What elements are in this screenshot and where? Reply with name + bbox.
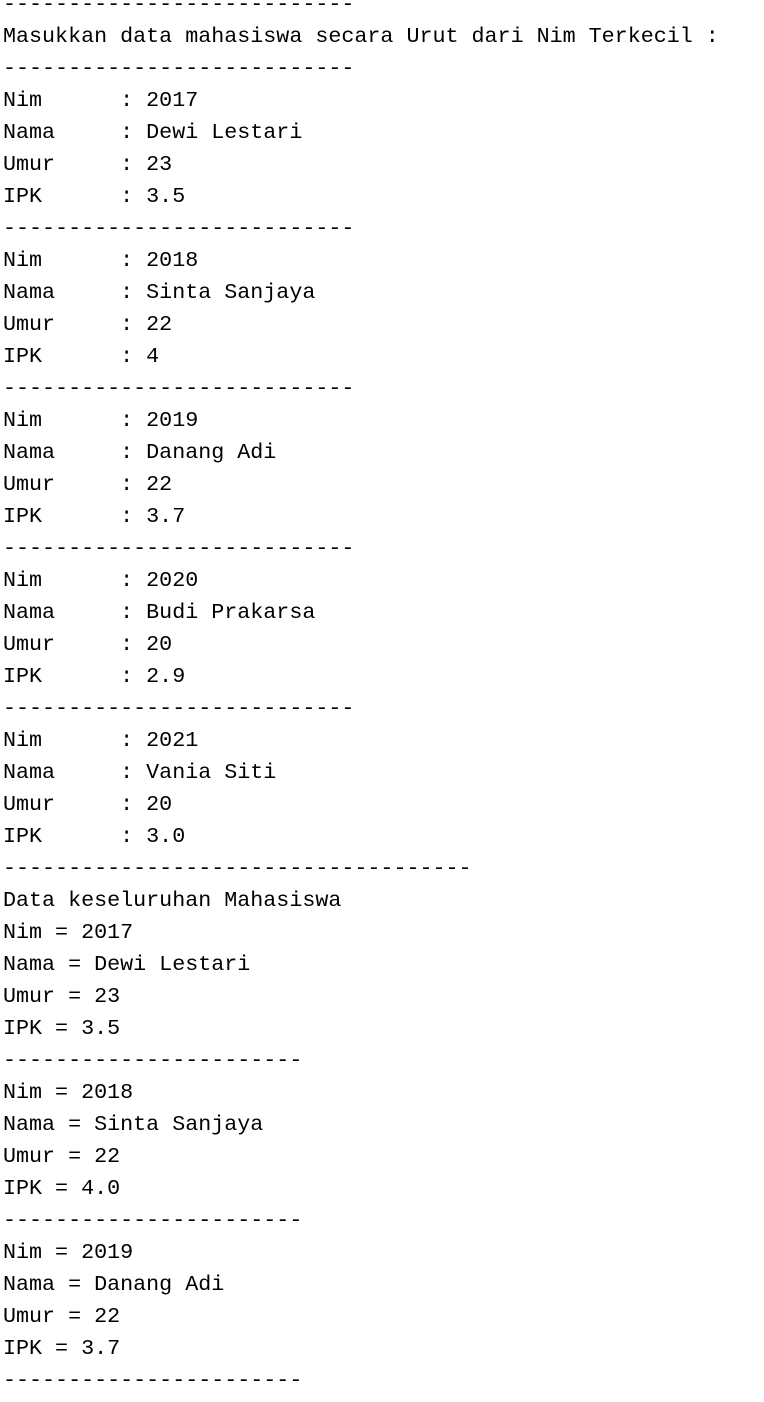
console-line: Umur = 22: [3, 1144, 121, 1169]
console-line: Nim = 2019: [3, 1240, 134, 1265]
console-line: Nama : Danang Adi: [3, 440, 277, 465]
console-line: ---------------------------: [3, 376, 355, 401]
console-line: Nama = Dewi Lestari: [3, 952, 251, 977]
console-line: Nim : 2017: [3, 88, 199, 113]
console-line: Umur = 22: [3, 1304, 121, 1329]
console-line: IPK : 3.0: [3, 824, 186, 849]
console-line: Nama = Danang Adi: [3, 1272, 225, 1297]
console-line: Umur : 22: [3, 312, 173, 337]
console-line: -----------------------: [3, 1368, 303, 1393]
console-line: Data keseluruhan Mahasiswa: [3, 888, 342, 913]
console-line: Masukkan data mahasiswa secara Urut dari…: [3, 24, 719, 49]
console-line: -----------------------: [3, 1208, 303, 1233]
console-line: Umur = 23: [3, 984, 121, 1009]
console-line: Nama : Budi Prakarsa: [3, 600, 316, 625]
console-line: Umur : 22: [3, 472, 173, 497]
console-line: Umur : 20: [3, 632, 173, 657]
console-line: IPK : 4: [3, 344, 160, 369]
console-line: Nim = 2018: [3, 1080, 134, 1105]
console-line: ---------------------------: [3, 56, 355, 81]
console-line: IPK : 2.9: [3, 664, 186, 689]
console-line: ---------------------------: [3, 0, 355, 17]
console-line: IPK = 4.0: [3, 1176, 121, 1201]
console-line: ---------------------------: [3, 696, 355, 721]
console-line: Nim : 2019: [3, 408, 199, 433]
console-line: -----------------------: [3, 1048, 303, 1073]
console-line: IPK : 3.7: [3, 504, 186, 529]
console-line: Nama : Dewi Lestari: [3, 120, 303, 145]
console-line: Umur : 20: [3, 792, 173, 817]
console-line: Umur : 23: [3, 152, 173, 177]
console-line: Nama : Sinta Sanjaya: [3, 280, 316, 305]
console-line: Nama = Sinta Sanjaya: [3, 1112, 264, 1137]
console-line: Nama : Vania Siti: [3, 760, 277, 785]
console-line: ------------------------------------: [3, 856, 472, 881]
console-line: ---------------------------: [3, 216, 355, 241]
console-line: Nim : 2021: [3, 728, 199, 753]
console-line: Nim : 2018: [3, 248, 199, 273]
console-line: Nim : 2020: [3, 568, 199, 593]
console-line: IPK = 3.7: [3, 1336, 121, 1361]
console-line: IPK = 3.5: [3, 1016, 121, 1041]
console-line: IPK : 3.5: [3, 184, 186, 209]
console-line: Nim = 2017: [3, 920, 134, 945]
console-line: ---------------------------: [3, 536, 355, 561]
console-output: --------------------------- Masukkan data…: [3, 0, 719, 1397]
